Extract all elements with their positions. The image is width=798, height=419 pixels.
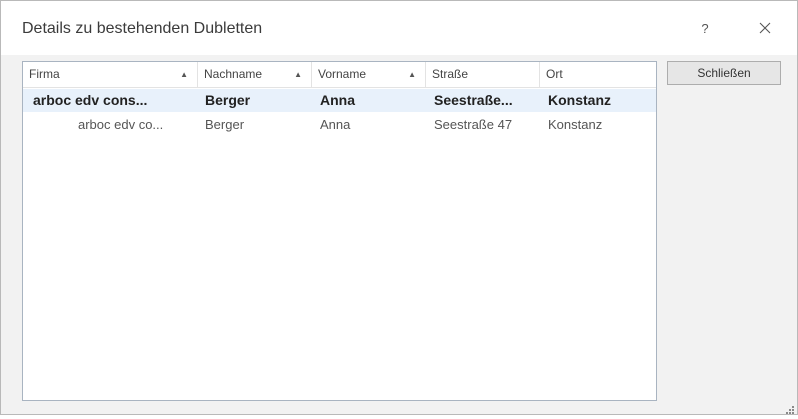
duplicates-list[interactable]: Firma ▲ Nachname ▲ Vorname ▲ Straße Ort … (22, 61, 657, 401)
close-button[interactable]: Schließen (667, 61, 781, 85)
title-bar: Details zu bestehenden Dubletten ? (1, 1, 797, 55)
cell-nachname: Berger (205, 117, 245, 132)
duplicates-dialog: Details zu bestehenden Dubletten ? Firma… (0, 0, 798, 415)
cell-vorname: Anna (320, 92, 355, 108)
table-row[interactable]: arboc edv cons... Berger Anna Seestraße.… (23, 89, 656, 112)
column-header-vorname[interactable]: Vorname ▲ (312, 62, 426, 87)
dialog-title: Details zu bestehenden Dubletten (22, 20, 263, 37)
cell-strasse: Seestraße... (434, 92, 513, 108)
close-icon[interactable] (751, 15, 779, 41)
cell-vorname: Anna (320, 117, 351, 132)
column-header-strasse[interactable]: Straße (426, 62, 540, 87)
cell-firma: arboc edv cons... (33, 92, 148, 108)
column-header-firma[interactable]: Firma ▲ (23, 62, 198, 87)
cell-firma: arboc edv co... (78, 117, 164, 132)
cell-nachname: Berger (205, 92, 251, 108)
column-header-nachname[interactable]: Nachname ▲ (198, 62, 312, 87)
help-icon[interactable]: ? (691, 15, 719, 41)
column-header-ort[interactable]: Ort (540, 62, 656, 87)
list-header: Firma ▲ Nachname ▲ Vorname ▲ Straße Ort (23, 62, 656, 88)
sort-ascending-icon: ▲ (408, 70, 416, 79)
resize-grip-icon[interactable] (784, 401, 794, 414)
cell-strasse: Seestraße 47 (434, 117, 513, 132)
cell-ort: Konstanz (548, 92, 611, 108)
sort-ascending-icon: ▲ (294, 70, 302, 79)
help-glyph: ? (701, 20, 709, 36)
cell-ort: Konstanz (548, 117, 603, 132)
sort-ascending-icon: ▲ (180, 70, 188, 79)
table-row[interactable]: arboc edv co... Berger Anna Seestraße 47… (23, 113, 656, 136)
